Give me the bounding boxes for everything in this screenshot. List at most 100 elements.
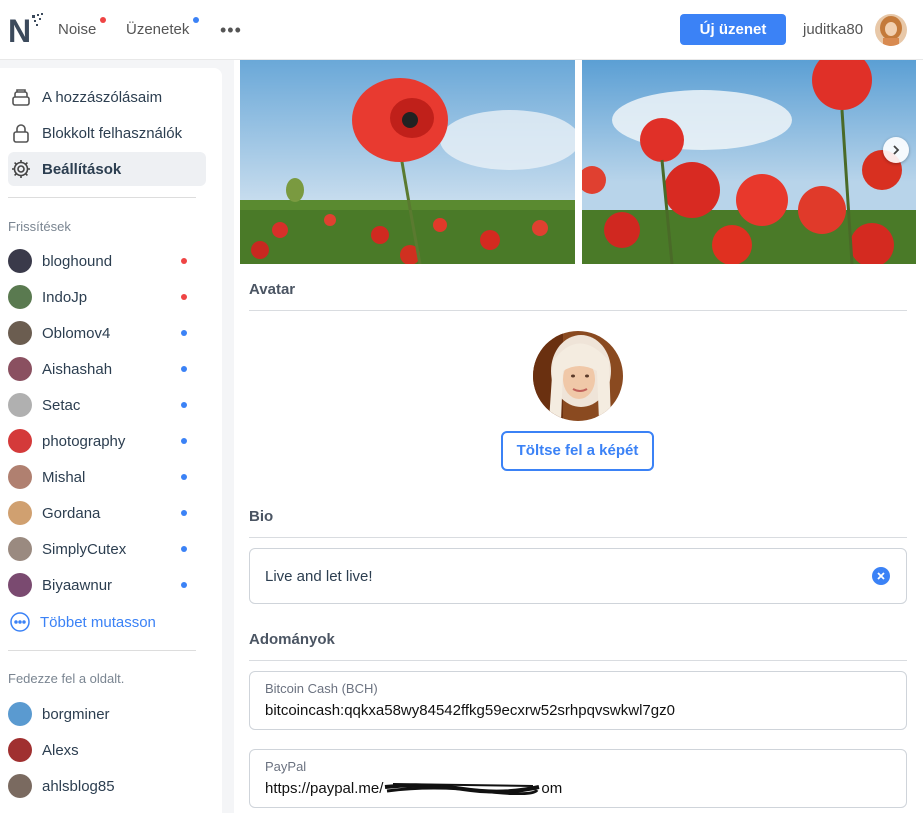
updates-heading: Frissítések <box>8 219 71 234</box>
bch-address-field[interactable]: Bitcoin Cash (BCH) bitcoincash:qqkxa58wy… <box>249 671 907 730</box>
bch-label: Bitcoin Cash (BCH) <box>265 681 378 696</box>
top-bar: N Noise Üzenetek ••• Új üzenet juditka80 <box>0 0 923 60</box>
username-label: Gordana <box>42 504 101 522</box>
username-label: Biyaawnur <box>42 576 113 594</box>
show-more-link[interactable]: Többet mutasson <box>8 608 156 636</box>
discover-heading: Fedezze fel a oldalt. <box>8 671 125 686</box>
carousel-next-button[interactable] <box>883 137 909 163</box>
sidebar-divider <box>8 650 196 651</box>
paypal-value-end: om <box>541 780 563 797</box>
avatar <box>8 465 32 489</box>
username-link[interactable]: juditka80 <box>803 21 863 38</box>
discover-item-alexs[interactable]: Alexs <box>8 736 198 764</box>
donations-heading: Adományok <box>249 631 335 648</box>
clear-bio-button[interactable] <box>872 567 890 585</box>
username-label: Alexs <box>42 741 79 759</box>
update-item-aishashah[interactable]: Aishashah <box>8 355 198 383</box>
avatar <box>8 285 32 309</box>
avatar <box>8 573 32 597</box>
update-item-photography[interactable]: photography <box>8 427 198 455</box>
unread-dot <box>181 330 187 336</box>
user-avatar[interactable] <box>875 14 907 46</box>
sidebar-item-my-comments[interactable]: A hozzászólásaim <box>8 81 206 113</box>
avatar <box>8 429 32 453</box>
upload-avatar-button[interactable]: Töltse fel a képét <box>501 431 654 471</box>
stack-icon <box>10 86 32 108</box>
username-label: Mishal <box>42 468 86 486</box>
username-label: Oblomov4 <box>42 324 111 342</box>
section-divider <box>249 310 907 311</box>
section-divider <box>249 660 907 661</box>
chevron-right-icon <box>893 145 900 155</box>
update-item-gordana[interactable]: Gordana <box>8 499 198 527</box>
cover-banner <box>240 60 916 264</box>
sidebar-item-label: Beállítások <box>42 160 122 178</box>
avatar <box>8 738 32 762</box>
unread-dot <box>181 510 187 516</box>
sidebar-divider <box>8 197 196 198</box>
new-message-button[interactable]: Új üzenet <box>680 14 786 45</box>
update-item-bloghound[interactable]: bloghound <box>8 247 198 275</box>
svg-text:N: N <box>8 13 31 46</box>
profile-avatar <box>533 331 623 421</box>
noise-logo[interactable]: N <box>8 12 44 46</box>
update-item-simplycutex[interactable]: SimplyCutex <box>8 535 198 563</box>
sidebar-item-label: A hozzászólásaim <box>42 88 163 106</box>
noise-notification-dot <box>100 17 106 23</box>
update-item-mishal[interactable]: Mishal <box>8 463 198 491</box>
cover-image-1 <box>240 60 575 264</box>
unread-dot <box>181 546 187 552</box>
discover-item-borgminer[interactable]: borgminer <box>8 700 198 728</box>
section-divider <box>249 537 907 538</box>
avatar <box>8 774 32 798</box>
avatar <box>8 702 32 726</box>
paypal-value: https://paypal.me/om <box>265 780 562 797</box>
username-label: ahlsblog85 <box>42 777 115 795</box>
avatar <box>8 501 32 525</box>
update-item-biyaawnur[interactable]: Biyaawnur <box>8 571 198 599</box>
username-label: bloghound <box>42 252 113 270</box>
discover-item-ahlsblog85[interactable]: ahlsblog85 <box>8 772 198 800</box>
paypal-label: PayPal <box>265 759 307 774</box>
unread-dot <box>181 294 187 300</box>
username-label: IndoJp <box>42 288 88 306</box>
avatar <box>8 537 32 561</box>
avatar <box>8 321 32 345</box>
sidebar-item-blocked-users[interactable]: Blokkolt felhasználók <box>8 117 206 149</box>
bio-heading: Bio <box>249 508 274 525</box>
unread-dot <box>181 258 187 264</box>
nav-messages-link[interactable]: Üzenetek <box>126 21 189 38</box>
bio-field[interactable]: Live and let live! <box>249 548 907 604</box>
sidebar: A hozzászólásaim Blokkolt felhasználók B… <box>0 68 222 813</box>
gear-icon <box>10 158 32 180</box>
update-item-setac[interactable]: Setac <box>8 391 198 419</box>
avatar <box>8 393 32 417</box>
ellipsis-circle-icon <box>10 612 30 632</box>
bio-value: Live and let live! <box>265 568 373 585</box>
username-label: Aishashah <box>42 360 113 378</box>
unread-dot <box>181 438 187 444</box>
nav-noise-link[interactable]: Noise <box>58 21 96 38</box>
unread-dot <box>181 402 187 408</box>
paypal-value-start: https://paypal.me/ <box>265 780 384 797</box>
unread-dot <box>181 582 187 588</box>
username-label: SimplyCutex <box>42 540 127 558</box>
close-icon <box>877 572 885 580</box>
messages-notification-dot <box>193 17 199 23</box>
sidebar-item-label: Blokkolt felhasználók <box>42 124 183 142</box>
unread-dot <box>181 474 187 480</box>
paypal-field[interactable]: PayPal https://paypal.me/om <box>249 749 907 808</box>
username-label: photography <box>42 432 126 450</box>
unread-dot <box>181 366 187 372</box>
avatar-heading: Avatar <box>249 281 296 298</box>
update-item-indojp[interactable]: IndoJp <box>8 283 198 311</box>
cover-image-2 <box>582 60 916 264</box>
update-item-oblomov4[interactable]: Oblomov4 <box>8 319 198 347</box>
sidebar-item-settings[interactable]: Beállítások <box>8 152 206 186</box>
more-menu-icon[interactable]: ••• <box>220 20 242 41</box>
avatar <box>8 249 32 273</box>
username-label: Setac <box>42 396 81 414</box>
show-more-label: Többet mutasson <box>40 613 156 631</box>
lock-icon <box>10 122 32 144</box>
redaction-scribble <box>385 783 540 796</box>
